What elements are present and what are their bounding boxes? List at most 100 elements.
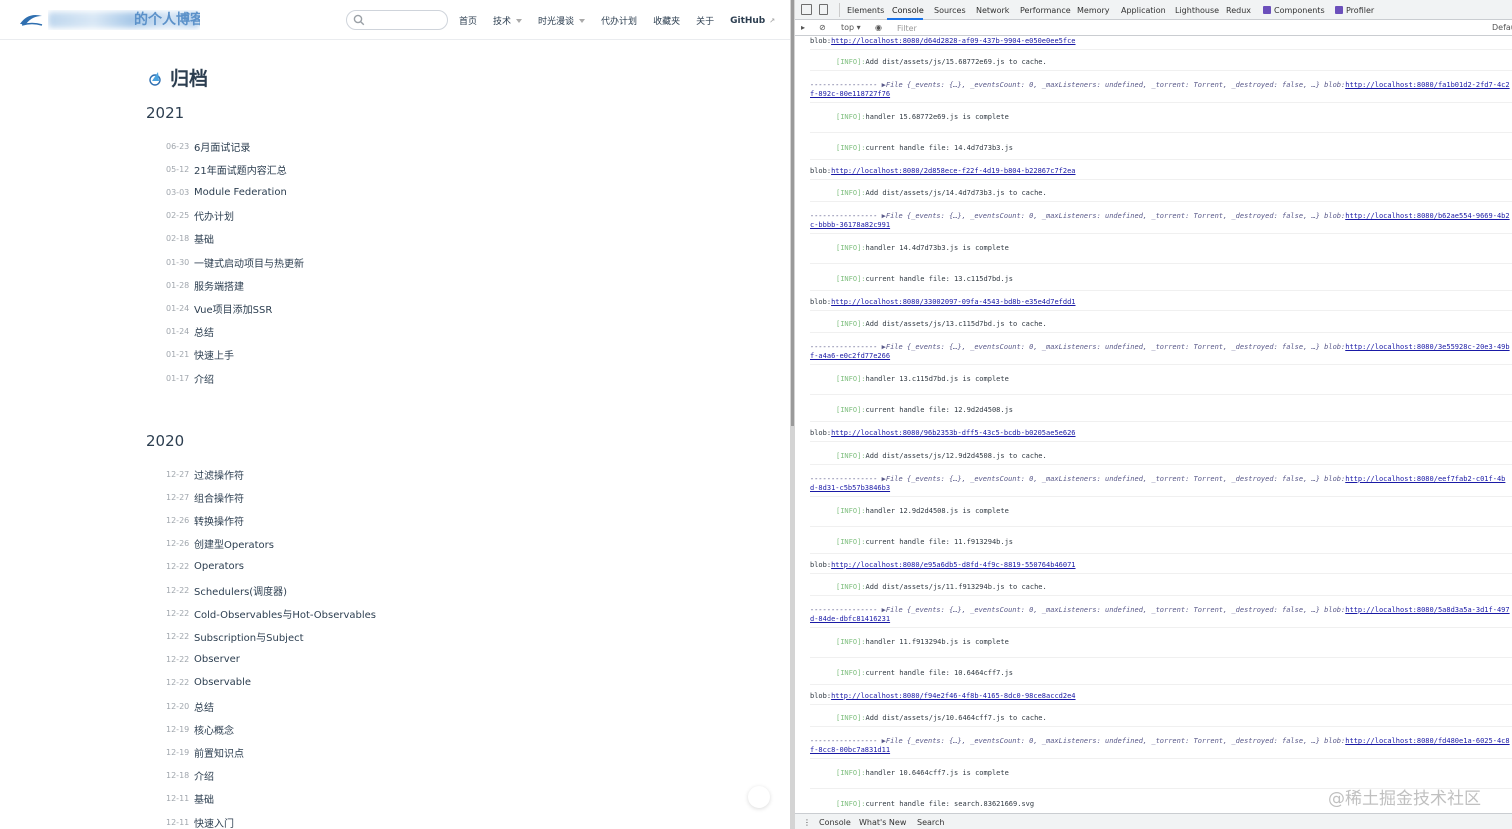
log-file-object[interactable]: ---------------- ▶File {_events: {…}, _e… (810, 606, 1510, 614)
blob-link[interactable]: f-8cc8-00bc7a831d11 (810, 746, 890, 754)
post-item[interactable]: 01-24 Vue项目添加SSR (166, 300, 272, 316)
post-item[interactable]: 12-22 Operators (166, 559, 244, 575)
blob-link[interactable]: c-bbbb-36178a82c991 (810, 221, 890, 229)
post-title[interactable]: Cold-Observables与Hot-Observables (194, 606, 376, 621)
post-item[interactable]: 02-25 代办计划 (166, 208, 234, 224)
eye-icon[interactable]: ◉ (875, 23, 882, 32)
inspect-element-icon[interactable] (801, 4, 812, 15)
blob-link[interactable]: http://localhost:8080/33002097-09fa-4543… (831, 298, 1075, 306)
blob-link[interactable]: http://localhost:8080/3e55928c-20e3-49b (1345, 343, 1509, 351)
blob-link[interactable]: http://localhost:8080/5a8d3a5a-3d1f-497 (1345, 606, 1509, 614)
tab-network[interactable]: Network (976, 6, 1009, 15)
clear-console-icon[interactable]: ⊘ (819, 23, 826, 32)
post-item[interactable]: 01-24 总结 (166, 324, 214, 340)
back-to-top-button[interactable] (748, 786, 770, 808)
tab-redux[interactable]: Redux (1226, 6, 1251, 15)
post-item[interactable]: 12-11 快速入门 (166, 814, 234, 829)
post-item[interactable]: 12-22 Schedulers(调度器) (166, 582, 287, 598)
post-item[interactable]: 12-27 组合操作符 (166, 489, 244, 505)
nav-home[interactable]: 首页 (459, 14, 477, 27)
post-item[interactable]: 12-27 过滤操作符 (166, 466, 244, 482)
post-title[interactable]: Vue项目添加SSR (194, 301, 272, 316)
post-title[interactable]: 组合操作符 (194, 490, 244, 505)
tab-application[interactable]: Application (1121, 6, 1166, 15)
log-levels-select[interactable]: Defau (1492, 23, 1512, 32)
blob-link[interactable]: http://localhost:8080/b62ae554-9669-4b2 (1345, 212, 1509, 220)
tab-performance[interactable]: Performance (1020, 6, 1071, 15)
blob-link[interactable]: f-a4a6-e0c2fd77e266 (810, 352, 890, 360)
device-toolbar-icon[interactable] (819, 4, 828, 15)
post-title[interactable]: 快速入门 (194, 815, 234, 829)
post-item[interactable]: 03-03 Module Federation (166, 184, 287, 200)
blob-link[interactable]: http://localhost:8080/f94e2f46-4f8b-4165… (831, 692, 1075, 700)
post-item[interactable]: 06-23 6月面试记录 (166, 138, 250, 154)
post-title[interactable]: 基础 (194, 231, 214, 246)
post-item[interactable]: 01-21 快速上手 (166, 347, 234, 363)
site-title[interactable]: 的个人博客 (48, 10, 200, 30)
post-title[interactable]: Schedulers(调度器) (194, 583, 287, 598)
blob-link[interactable]: http://localhost:8080/96b2353b-dff5-43c5… (831, 429, 1075, 437)
post-title[interactable]: 21年面试题内容汇总 (194, 162, 287, 177)
drawer-tab-whats-new[interactable]: What's New (859, 818, 906, 827)
post-title[interactable]: 总结 (194, 324, 214, 339)
log-file-object[interactable]: ---------------- ▶File {_events: {…}, _e… (810, 212, 1510, 220)
blob-link[interactable]: http://localhost:8080/2d858ece-f22f-4d19… (831, 167, 1075, 175)
log-file-object[interactable]: ---------------- ▶File {_events: {…}, _e… (810, 81, 1510, 89)
post-item[interactable]: 12-19 前置知识点 (166, 744, 244, 760)
post-title[interactable]: 过滤操作符 (194, 467, 244, 482)
post-title[interactable]: Observer (194, 654, 240, 665)
context-select[interactable]: top ▾ (841, 23, 861, 32)
post-title[interactable]: 前置知识点 (194, 745, 244, 760)
post-title[interactable]: Observable (194, 677, 251, 688)
post-title[interactable]: 转换操作符 (194, 513, 244, 528)
nav-tech[interactable]: 技术 (493, 14, 523, 27)
tab-profiler[interactable]: Profiler (1335, 6, 1374, 15)
blob-link[interactable]: d-84de-dbfc81416231 (810, 615, 890, 623)
post-item[interactable]: 12-26 转换操作符 (166, 512, 244, 528)
tab-memory[interactable]: Memory (1077, 6, 1110, 15)
drawer-tab-search[interactable]: Search (917, 818, 944, 827)
post-title[interactable]: 介绍 (194, 768, 214, 783)
post-item[interactable]: 12-22 Subscription与Subject (166, 628, 304, 644)
drawer-tab-console[interactable]: Console (819, 818, 851, 827)
post-item[interactable]: 12-22 Observer (166, 652, 240, 668)
blob-link[interactable]: http://localhost:8080/eef7fab2-c01f-4b (1345, 475, 1505, 483)
log-file-object[interactable]: ---------------- ▶File {_events: {…}, _e… (810, 343, 1510, 351)
post-item[interactable]: 01-28 服务端搭建 (166, 277, 244, 293)
post-item[interactable]: 12-19 核心概念 (166, 721, 234, 737)
blob-link[interactable]: http://localhost:8080/e95a6db5-d8fd-4f9c… (831, 561, 1075, 569)
post-item[interactable]: 12-11 基础 (166, 791, 214, 807)
nav-todo[interactable]: 代办计划 (601, 14, 637, 27)
post-title[interactable]: 基础 (194, 791, 214, 806)
post-item[interactable]: 12-22 Cold-Observables与Hot-Observables (166, 605, 376, 621)
drawer-menu-icon[interactable]: ⋮ (803, 818, 811, 827)
post-title[interactable]: 快速上手 (194, 347, 234, 362)
post-title[interactable]: 介绍 (194, 371, 214, 386)
post-title[interactable]: 创建型Operators (194, 536, 274, 551)
tab-console[interactable]: Console (892, 6, 924, 15)
nav-github[interactable]: GitHub ↗ (730, 14, 775, 27)
tab-lighthouse[interactable]: Lighthouse (1175, 6, 1219, 15)
scrollbar-thumb[interactable] (791, 0, 794, 426)
tab-sources[interactable]: Sources (934, 6, 966, 15)
nav-favorites[interactable]: 收藏夹 (653, 14, 680, 27)
post-item[interactable]: 12-22 Observable (166, 675, 251, 691)
blob-link[interactable]: http://localhost:8080/fa1b01d2-2fd7-4c2 (1345, 81, 1509, 89)
filter-input[interactable]: Filter (897, 24, 917, 33)
blob-link[interactable]: http://localhost:8080/fd480e1a-6025-4c8 (1345, 737, 1509, 745)
blob-link[interactable]: d-8d31-c5b57b3846b3 (810, 484, 890, 492)
post-item[interactable]: 12-18 介绍 (166, 768, 214, 784)
log-file-object[interactable]: ---------------- ▶File {_events: {…}, _e… (810, 475, 1505, 483)
nav-about[interactable]: 关于 (696, 14, 714, 27)
post-item[interactable]: 05-12 21年面试题内容汇总 (166, 161, 287, 177)
post-title[interactable]: 核心概念 (194, 722, 234, 737)
post-item[interactable]: 01-30 一键式启动项目与热更新 (166, 254, 304, 270)
tab-elements[interactable]: Elements (847, 6, 884, 15)
post-title[interactable]: 代办计划 (194, 208, 234, 223)
post-item[interactable]: 02-18 基础 (166, 231, 214, 247)
post-title[interactable]: 总结 (194, 699, 214, 714)
search-input[interactable] (346, 10, 448, 30)
post-title[interactable]: 6月面试记录 (194, 139, 250, 154)
sidebar-toggle-icon[interactable]: ▸ (801, 23, 805, 32)
post-title[interactable]: 一键式启动项目与热更新 (194, 255, 304, 270)
